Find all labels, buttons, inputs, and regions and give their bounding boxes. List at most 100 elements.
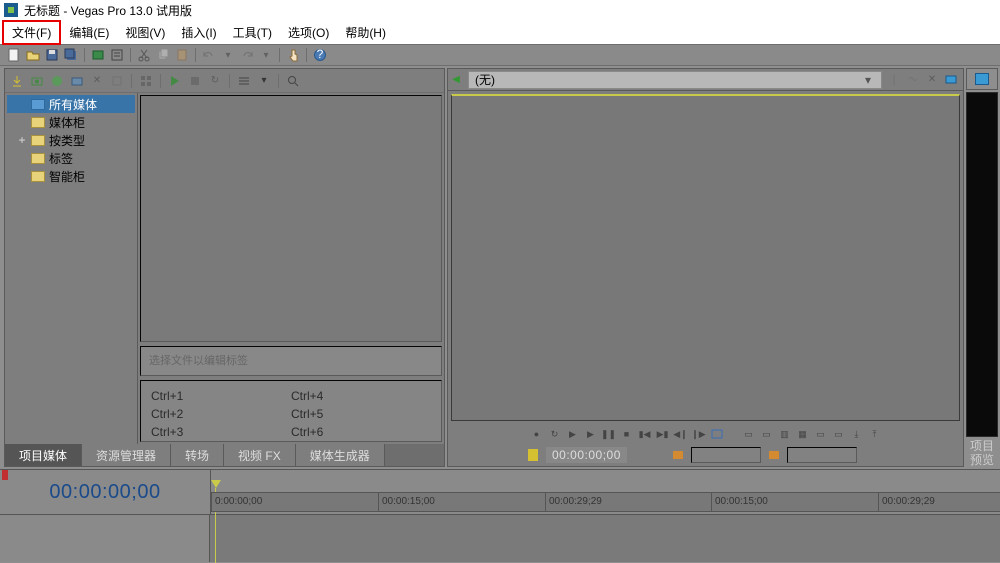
folder-icon — [31, 135, 45, 146]
undo-drop-icon[interactable]: ▾ — [220, 47, 236, 63]
menu-file[interactable]: 文件(F) — [2, 20, 61, 45]
tab-generators[interactable]: 媒体生成器 — [296, 444, 385, 466]
stop-icon[interactable]: ■ — [620, 427, 634, 441]
go-end-icon[interactable]: ▶▮ — [656, 427, 670, 441]
timeline-timecode[interactable]: 00:00:00;00 — [49, 481, 160, 504]
views-icon[interactable] — [138, 73, 154, 89]
properties-icon[interactable] — [109, 47, 125, 63]
menu-tools[interactable]: 工具(T) — [225, 22, 280, 43]
save-frame-icon[interactable]: ▭ — [832, 427, 846, 441]
tree-all-media[interactable]: 所有媒体 — [7, 95, 135, 113]
ruler-tick: 00:00:15;00 — [378, 492, 435, 512]
props-icon[interactable] — [109, 73, 125, 89]
lamp-icon — [528, 449, 538, 461]
shortcut-label: Ctrl+4 — [291, 389, 431, 403]
timecode-display[interactable]: 00:00:00;00 — [546, 447, 627, 463]
fx-icon[interactable] — [69, 73, 85, 89]
shortcut-label: Ctrl+1 — [151, 389, 291, 403]
pause-icon[interactable]: ❚❚ — [602, 427, 616, 441]
play-start-icon[interactable]: ▶ — [566, 427, 580, 441]
tree-by-type[interactable]: +按类型 — [7, 131, 135, 149]
new-icon[interactable] — [6, 47, 22, 63]
scale-icon[interactable]: ▭ — [760, 427, 774, 441]
save-all-icon[interactable] — [63, 47, 79, 63]
close-icon[interactable]: ✕ — [924, 72, 940, 88]
list-drop-icon[interactable]: ▾ — [256, 73, 272, 89]
prev-frame-icon[interactable]: ◀❙ — [674, 427, 688, 441]
fx-chain-icon[interactable] — [905, 72, 921, 88]
list-view-icon[interactable] — [236, 73, 252, 89]
region-marker-icon[interactable] — [2, 470, 8, 480]
cut-icon[interactable] — [136, 47, 152, 63]
menu-edit[interactable]: 编辑(E) — [61, 22, 117, 43]
redo-icon[interactable] — [239, 47, 255, 63]
go-start-icon[interactable]: ▮◀ — [638, 427, 652, 441]
menu-options[interactable]: 选项(O) — [280, 22, 337, 43]
tree-tags[interactable]: 标签 — [7, 149, 135, 167]
shortcuts-panel: Ctrl+1 Ctrl+2 Ctrl+3 Ctrl+4 Ctrl+5 Ctrl+… — [140, 380, 442, 442]
ruler[interactable]: 0:00:00;00 00:00:15;00 00:00:29;29 00:00… — [210, 470, 1000, 514]
copy-icon[interactable] — [155, 47, 171, 63]
media-list-area[interactable] — [140, 95, 442, 342]
video-preview[interactable] — [451, 94, 960, 421]
import-icon[interactable] — [9, 73, 25, 89]
search-icon[interactable] — [285, 73, 301, 89]
next-frame-icon[interactable]: ❙▶ — [692, 427, 706, 441]
preview-dropdown[interactable]: (无) ▾ — [468, 71, 882, 89]
get-media-icon[interactable] — [49, 73, 65, 89]
playhead-icon[interactable] — [211, 480, 221, 488]
quality-icon[interactable]: ▭ — [742, 427, 756, 441]
in-icon[interactable]: ⤓ — [850, 427, 864, 441]
tags-editor: 选择文件以编辑标签 — [140, 346, 442, 376]
overlay-icon[interactable]: ▥ — [778, 427, 792, 441]
tab-transitions[interactable]: 转场 — [171, 444, 224, 466]
tree-smart-bins[interactable]: 智能柜 — [7, 167, 135, 185]
scopes-panel[interactable] — [966, 92, 998, 437]
tab-video-fx[interactable]: 视频 FX — [224, 444, 296, 466]
monitor-select[interactable] — [966, 68, 998, 90]
tab-explorer[interactable]: 资源管理器 — [82, 444, 171, 466]
media-tree: 所有媒体 媒体柜 +按类型 标签 智能柜 — [5, 93, 138, 444]
render-icon[interactable] — [90, 47, 106, 63]
help-icon[interactable]: ? — [312, 47, 328, 63]
out-point-field[interactable] — [787, 447, 857, 463]
autoplay-icon[interactable]: ↻ — [207, 73, 223, 89]
folder-icon — [31, 171, 45, 182]
track-headers[interactable] — [0, 514, 210, 562]
out-icon[interactable]: ⤒ — [868, 427, 882, 441]
menu-help[interactable]: 帮助(H) — [337, 22, 394, 43]
marker-a-icon — [673, 451, 683, 459]
prev-arrow-icon[interactable]: ◀ — [448, 74, 464, 85]
play-icon[interactable]: ▶ — [584, 427, 598, 441]
safe-icon[interactable]: ▦ — [796, 427, 810, 441]
play-icon[interactable] — [167, 73, 183, 89]
ruler-tick: 00:00:29;29 — [878, 492, 935, 512]
app-icon — [4, 3, 18, 17]
capture-icon[interactable] — [29, 73, 45, 89]
window-title: 无标题 - Vegas Pro 13.0 试用版 — [24, 2, 192, 19]
redo-drop-icon[interactable]: ▾ — [258, 47, 274, 63]
in-point-field[interactable] — [691, 447, 761, 463]
main-toolbar: ▾ ▾ ? — [0, 44, 1000, 66]
loop-icon[interactable]: ↻ — [548, 427, 562, 441]
shortcut-label: Ctrl+3 — [151, 425, 291, 439]
save-icon[interactable] — [44, 47, 60, 63]
remove-icon[interactable]: ✕ — [89, 73, 105, 89]
stop-icon[interactable] — [187, 73, 203, 89]
undo-icon[interactable] — [201, 47, 217, 63]
record-icon[interactable]: ● — [530, 427, 544, 441]
menu-view[interactable]: 视图(V) — [117, 22, 173, 43]
split-icon[interactable] — [886, 72, 902, 88]
tree-media-bins[interactable]: 媒体柜 — [7, 113, 135, 131]
shortcut-label: Ctrl+6 — [291, 425, 431, 439]
external-monitor-icon[interactable] — [943, 72, 959, 88]
open-icon[interactable] — [25, 47, 41, 63]
copy-frame-icon[interactable]: ▭ — [814, 427, 828, 441]
tab-project-media[interactable]: 项目媒体 — [5, 444, 82, 466]
paste-icon[interactable] — [174, 47, 190, 63]
ruler-tick: 00:00:15;00 — [711, 492, 768, 512]
track-area[interactable] — [210, 514, 1000, 562]
touch-icon[interactable] — [285, 47, 301, 63]
menu-insert[interactable]: 插入(I) — [173, 22, 224, 43]
loop-region-icon[interactable] — [710, 427, 724, 441]
